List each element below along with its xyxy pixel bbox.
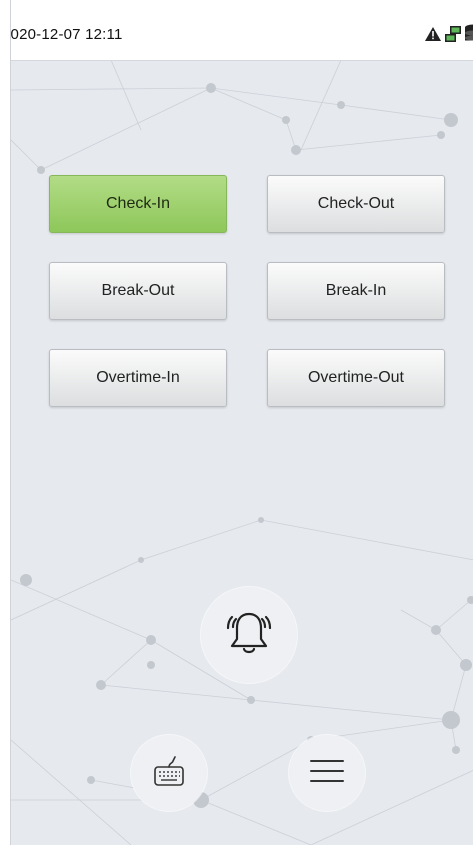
overtime-in-button[interactable]: Overtime-In	[49, 349, 227, 407]
menu-button[interactable]	[289, 735, 365, 811]
warning-icon	[424, 26, 442, 42]
network-background	[11, 59, 473, 845]
status-datetime: 2020-12-07 12:11	[10, 26, 123, 43]
keyboard-icon	[149, 751, 189, 796]
overtime-out-button[interactable]: Overtime-Out	[267, 349, 445, 407]
database-icon	[464, 24, 473, 44]
check-out-button[interactable]: Check-Out	[267, 175, 445, 233]
bell-icon	[220, 604, 278, 667]
bell-button[interactable]	[201, 587, 297, 683]
check-in-button[interactable]: Check-In	[49, 175, 227, 233]
break-out-button[interactable]: Break-Out	[49, 262, 227, 320]
status-icons	[424, 24, 473, 44]
attendance-screen: 2020-12-07 12:11 Check-In Check-Out Brea…	[10, 0, 473, 845]
network-icon	[444, 25, 462, 43]
break-in-button[interactable]: Break-In	[267, 262, 445, 320]
status-bar: 2020-12-07 12:11	[11, 0, 473, 61]
keyboard-button[interactable]	[131, 735, 207, 811]
menu-icon	[307, 751, 347, 796]
